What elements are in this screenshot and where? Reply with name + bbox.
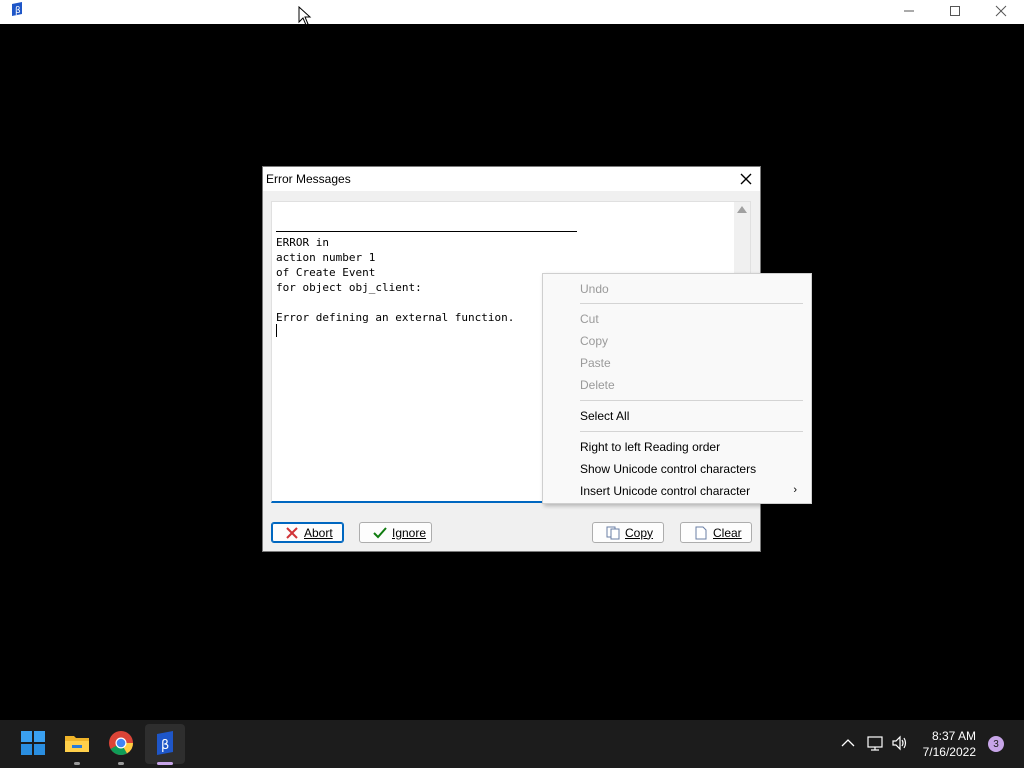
menu-item-insert-unicode-control[interactable]: Insert Unicode control character (580, 484, 750, 498)
abort-button[interactable]: Abort (271, 522, 344, 543)
menu-item-rtl-reading-order[interactable]: Right to left Reading order (580, 440, 720, 454)
menu-separator (580, 431, 803, 432)
separator-line (276, 231, 577, 232)
context-menu: Undo Cut Copy Paste Delete Select All Ri… (542, 273, 812, 504)
gamemaker-app-icon: β (10, 2, 24, 16)
file-explorer-icon[interactable] (64, 730, 90, 756)
volume-icon[interactable] (891, 734, 909, 752)
dialog-close-button[interactable] (738, 171, 754, 187)
menu-item-copy[interactable]: Copy (580, 334, 608, 348)
close-icon (740, 173, 752, 185)
svg-text:β: β (15, 6, 21, 16)
copy-button[interactable]: Copy (592, 522, 664, 543)
clock-date: 7/16/2022 (922, 745, 976, 759)
copy-icon (605, 525, 621, 541)
chevron-up-icon[interactable] (839, 734, 857, 752)
mouse-cursor-icon (298, 5, 312, 29)
running-indicator (74, 762, 80, 765)
gamemaker-icon[interactable]: β (152, 730, 178, 756)
close-icon (995, 5, 1007, 17)
abort-x-icon (284, 525, 300, 541)
clear-label: Clear (713, 525, 742, 540)
menu-separator (580, 303, 803, 304)
dialog-title-bar: Error Messages (263, 167, 760, 191)
clock-time: 8:37 AM (931, 729, 976, 743)
ignore-button[interactable]: Ignore (359, 522, 432, 543)
dialog-title: Error Messages (266, 172, 351, 186)
menu-item-cut[interactable]: Cut (580, 312, 599, 326)
text-caret (276, 324, 277, 337)
maximize-icon (950, 6, 960, 16)
error-message-text: ERROR in action number 1 of Create Event… (276, 236, 515, 324)
abort-label: Abort (304, 525, 333, 540)
menu-item-paste[interactable]: Paste (580, 356, 611, 370)
system-clock[interactable]: 8:37 AM 7/16/2022 (923, 728, 976, 760)
chevron-right-icon: › (793, 484, 797, 496)
menu-item-show-unicode-control[interactable]: Show Unicode control characters (580, 462, 756, 476)
copy-label: Copy (625, 525, 654, 540)
menu-item-select-all[interactable]: Select All (580, 409, 629, 423)
menu-separator (580, 400, 803, 401)
close-window-button[interactable] (978, 0, 1024, 22)
checkmark-icon (372, 525, 388, 541)
active-indicator (157, 762, 173, 765)
scroll-up-arrow-icon[interactable] (737, 206, 747, 213)
menu-item-undo[interactable]: Undo (580, 282, 609, 296)
svg-text:β: β (161, 738, 169, 753)
chrome-icon[interactable] (108, 730, 134, 756)
minimize-icon (904, 10, 914, 12)
taskbar: β 8:37 AM 7/16/2022 3 (0, 720, 1024, 768)
blank-document-icon (693, 525, 709, 541)
notification-badge[interactable]: 3 (988, 736, 1004, 752)
maximize-button[interactable] (932, 0, 978, 22)
clear-button[interactable]: Clear (680, 522, 752, 543)
app-title-bar: β (0, 0, 1024, 24)
windows-start-icon[interactable] (20, 730, 46, 756)
running-indicator (118, 762, 124, 765)
menu-item-delete[interactable]: Delete (580, 378, 615, 392)
network-icon[interactable] (866, 734, 884, 752)
ignore-label: Ignore (392, 525, 427, 540)
minimize-button[interactable] (886, 0, 932, 22)
